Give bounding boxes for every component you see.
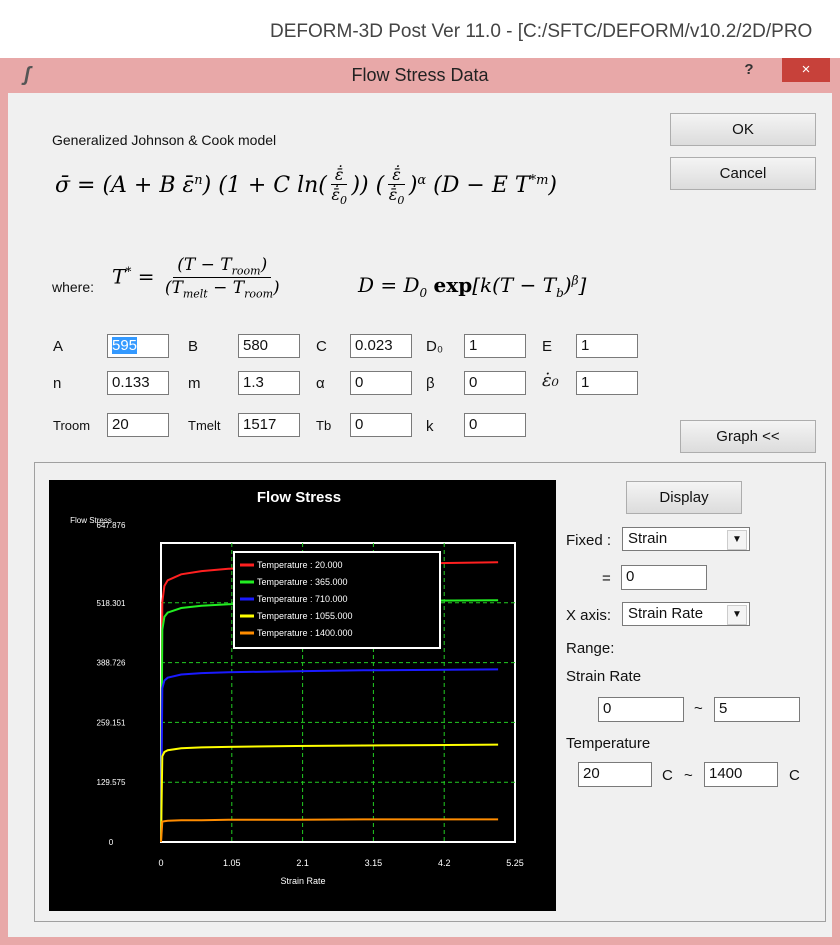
- legend-entry: Temperature : 710.000: [257, 594, 348, 604]
- param-eps0-label: ε̇₀: [542, 370, 559, 391]
- flow-stress-chart: Flow Stress Flow Stress Strain Rate 0 1.0…: [49, 480, 556, 911]
- param-a-input[interactable]: 595: [107, 334, 169, 358]
- homologous-temperature-equation: T* = (T − Troom) (Tmelt − Troom): [112, 255, 280, 301]
- param-alpha-input[interactable]: 0: [350, 371, 412, 395]
- app-title-bar: DEFORM-3D Post Ver 11.0 - [C:/SFTC/DEFOR…: [0, 0, 840, 58]
- temperature-max-input[interactable]: 1400: [704, 762, 778, 787]
- param-beta-label: β: [426, 375, 435, 392]
- y-tick-label: 388.726: [97, 659, 126, 668]
- chevron-down-icon[interactable]: ▼: [727, 605, 747, 625]
- y-tick-label: 647.876: [97, 521, 126, 530]
- x-axis-select-value: Strain Rate: [628, 605, 704, 622]
- chart-title: Flow Stress: [257, 489, 341, 506]
- param-k-label: k: [426, 418, 434, 435]
- param-c-label: C: [316, 338, 327, 355]
- param-b-label: B: [188, 338, 199, 355]
- param-b-input[interactable]: 580: [238, 334, 300, 358]
- graph-toggle-button[interactable]: Graph <<: [680, 420, 816, 453]
- model-name: Generalized Johnson & Cook model: [52, 132, 277, 148]
- close-button[interactable]: ×: [782, 58, 830, 82]
- x-axis-select-label: X axis:: [566, 607, 612, 624]
- y-tick-label: 259.151: [97, 718, 126, 727]
- param-tb-input[interactable]: 0: [350, 413, 412, 437]
- param-d0-input[interactable]: 1: [464, 334, 526, 358]
- x-axis-select[interactable]: Strain Rate ▼: [622, 602, 750, 626]
- param-m-label: m: [188, 375, 201, 392]
- param-n-label: n: [53, 375, 62, 392]
- param-beta-input[interactable]: 0: [464, 371, 526, 395]
- d-factor-equation: D = D0 exp[k(T − Tb)β]: [358, 273, 587, 300]
- legend-entry: Temperature : 365.000: [257, 577, 348, 587]
- dialog-title: Flow Stress Data: [351, 65, 489, 85]
- param-n-input[interactable]: 0.133: [107, 371, 169, 395]
- range-label: Range:: [566, 640, 615, 657]
- x-tick-label: 3.15: [365, 858, 383, 868]
- param-tmelt-label: Tmelt: [188, 418, 221, 433]
- param-troom-input[interactable]: 20: [107, 413, 169, 437]
- param-m-input[interactable]: 1.3: [238, 371, 300, 395]
- cancel-button[interactable]: Cancel: [670, 157, 816, 190]
- chevron-down-icon[interactable]: ▼: [727, 530, 747, 550]
- param-alpha-label: α: [316, 375, 325, 392]
- param-eps0-input[interactable]: 1: [576, 371, 638, 395]
- equals-label: =: [602, 570, 611, 587]
- x-tick-label: 5.25: [506, 858, 524, 868]
- strain-rate-min-input[interactable]: 0: [598, 697, 684, 722]
- temperature-label: Temperature: [566, 735, 651, 752]
- temperature-min-unit: C: [662, 767, 673, 784]
- help-button[interactable]: ?: [738, 61, 760, 85]
- param-tb-label: Tb: [316, 418, 332, 433]
- legend-entry: Temperature : 1055.000: [257, 611, 353, 621]
- fixed-select-value: Strain: [628, 530, 668, 547]
- param-c-input[interactable]: 0.023: [350, 334, 412, 358]
- series-line-3: [160, 743, 499, 843]
- x-tick-label: 2.1: [296, 858, 309, 868]
- param-troom-label: Troom: [53, 418, 91, 433]
- strain-rate-max-input[interactable]: 5: [714, 697, 800, 722]
- legend-entry: Temperature : 1400.000: [257, 628, 353, 638]
- legend-entry: Temperature : 20.000: [257, 560, 343, 570]
- series-line-2: [160, 668, 499, 843]
- y-tick-label: 518.301: [97, 599, 126, 608]
- x-axis-label: Strain Rate: [280, 876, 325, 886]
- where-label: where:: [52, 279, 95, 295]
- temperature-tilde: ~: [684, 767, 693, 784]
- fixed-value-input[interactable]: 0: [621, 565, 707, 590]
- fixed-select[interactable]: Strain ▼: [622, 527, 750, 551]
- x-tick-label: 1.05: [223, 858, 241, 868]
- dialog-title-bar[interactable]: ʃ Flow Stress Data ? ×: [0, 58, 840, 92]
- fixed-label: Fixed :: [566, 532, 612, 549]
- param-tmelt-input[interactable]: 1517: [238, 413, 300, 437]
- ok-button[interactable]: OK: [670, 113, 816, 146]
- temperature-min-input[interactable]: 20: [578, 762, 652, 787]
- series-line-4: [160, 818, 499, 843]
- x-tick-label: 0: [158, 858, 163, 868]
- param-k-input[interactable]: 0: [464, 413, 526, 437]
- param-d0-label: D₀: [426, 338, 444, 355]
- x-tick-label: 4.2: [438, 858, 451, 868]
- param-e-input[interactable]: 1: [576, 334, 638, 358]
- strain-rate-tilde: ~: [694, 700, 703, 717]
- app-title: DEFORM-3D Post Ver 11.0 - [C:/SFTC/DEFOR…: [270, 21, 813, 42]
- strain-rate-label: Strain Rate: [566, 668, 642, 685]
- display-button[interactable]: Display: [626, 481, 742, 514]
- param-e-label: E: [542, 338, 553, 355]
- temperature-max-unit: C: [789, 767, 800, 784]
- y-tick-label: 129.575: [97, 778, 126, 787]
- y-tick-label: 0: [109, 838, 114, 847]
- johnson-cook-equation: σ̄ = (A + B ε̄n) (1 + C ln(ε̄̇ ε̄̇0)) (ε̄…: [55, 165, 557, 208]
- param-a-label: A: [53, 338, 64, 355]
